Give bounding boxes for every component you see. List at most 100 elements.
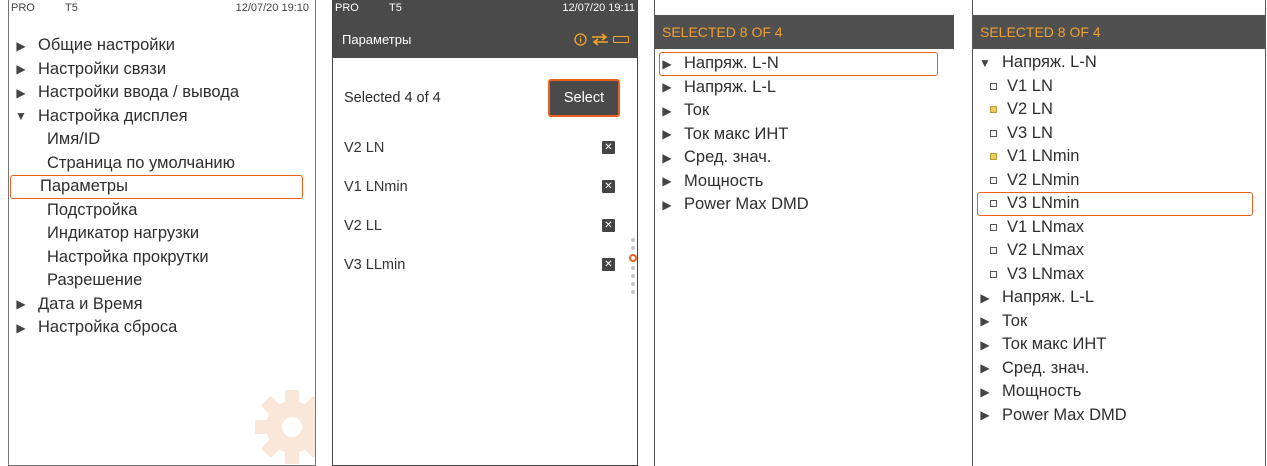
submenu-item-parameters[interactable]: Параметры xyxy=(10,175,303,199)
group-tree: ▶ Напряж. L-N ▶ Напряж. L-L ▶ Ток ▶ Ток макс… xyxy=(655,52,954,217)
select-button[interactable]: Select xyxy=(548,79,620,117)
group-item[interactable]: ▶ Power Max DMD xyxy=(978,404,1265,428)
parameter-list: V2 LN ✕ V1 LNmin ✕ V2 LL ✕ V3 LLmin ✕ xyxy=(333,128,637,284)
checklist-item[interactable]: V1 LNmin xyxy=(978,145,1265,169)
caret-right-icon: ▶ xyxy=(980,314,990,329)
group-item[interactable]: ▶ Ток макс ИНТ xyxy=(660,123,954,147)
group-item-expanded[interactable]: ▼ Напряж. L-N xyxy=(978,51,1265,75)
group-item[interactable]: ▶ Мощность xyxy=(978,380,1265,404)
submenu-item-name-id[interactable]: Имя/ID xyxy=(14,128,315,152)
item-label: V1 LNmin xyxy=(1007,147,1080,166)
checkbox-unchecked-icon[interactable] xyxy=(990,270,997,278)
item-label: V2 LNmin xyxy=(1007,170,1080,189)
checklist-item[interactable]: V3 LNmax xyxy=(978,263,1265,287)
checklist-item[interactable]: V1 LNmax xyxy=(978,216,1265,240)
selection-row: Selected 4 of 4 Select xyxy=(333,76,637,120)
menu-item-label: Настройки связи xyxy=(38,59,167,78)
checklist-item[interactable]: V2 LN xyxy=(978,98,1265,122)
selected-count: Selected 4 of 4 xyxy=(344,90,441,106)
group-item[interactable]: ▶ Мощность xyxy=(660,170,954,194)
checklist-item[interactable]: V3 LN xyxy=(978,122,1265,146)
checkbox-unchecked-icon[interactable] xyxy=(990,176,997,184)
group-item[interactable]: ▶ Напряж. L-L xyxy=(660,76,954,100)
param-label: V1 LNmin xyxy=(344,178,408,195)
param-label: V2 LL xyxy=(344,217,382,234)
group-label: Напряж. L-L xyxy=(684,77,777,96)
group-item[interactable]: ▶ Ток xyxy=(978,310,1265,334)
caret-down-icon: ▼ xyxy=(979,55,991,70)
page-dot xyxy=(631,238,635,242)
page-indicator[interactable] xyxy=(629,238,637,298)
caret-right-icon: ▶ xyxy=(980,337,990,352)
list-item[interactable]: V2 LN ✕ xyxy=(333,128,637,167)
list-item[interactable]: V2 LL ✕ xyxy=(333,206,637,245)
checkbox-unchecked-icon[interactable] xyxy=(990,223,997,231)
swap-icon[interactable] xyxy=(591,32,609,46)
submenu-item-tuning[interactable]: Подстройка xyxy=(14,199,315,223)
group-label: Ток xyxy=(684,101,710,120)
page-dot xyxy=(631,274,635,278)
group-label: Напряж. L-N xyxy=(1002,53,1097,72)
checklist-item[interactable]: V1 LN xyxy=(978,75,1265,99)
checkbox-unchecked-icon[interactable] xyxy=(990,129,997,137)
menu-item-general[interactable]: ▶ Общие настройки xyxy=(14,34,315,58)
settings-menu-panel: PRO T5 12/07/20 19:10 ▶ Общие настройки ▶… xyxy=(8,0,316,466)
group-item[interactable]: ▶ Ток макс ИНТ xyxy=(978,333,1265,357)
item-label: V2 LNmax xyxy=(1007,241,1085,260)
group-label: Ток xyxy=(1002,311,1028,330)
menu-item-io[interactable]: ▶ Настройки ввода / вывода xyxy=(14,81,315,105)
checkbox-unchecked-icon[interactable] xyxy=(990,82,997,90)
info-icon[interactable] xyxy=(574,32,587,46)
status-bar: PRO T5 12/07/20 19:10 xyxy=(9,0,315,20)
selection-expanded-panel: SELECTED 8 OF 4 ▼ Напряж. L-N V1 LN V2 LN… xyxy=(972,0,1266,466)
checklist-item[interactable]: V2 LNmax xyxy=(978,239,1265,263)
menu-item-label: Дата и Время xyxy=(38,294,143,313)
menu-item-reset[interactable]: ▶ Настройка сброса xyxy=(14,316,315,340)
item-label: V1 LN xyxy=(1007,76,1053,95)
list-item[interactable]: V3 LLmin ✕ xyxy=(333,245,637,284)
checkbox-checked-icon[interactable] xyxy=(990,153,997,161)
checkbox-checked-icon[interactable] xyxy=(990,106,997,114)
submenu-item-scroll[interactable]: Настройка прокрутки xyxy=(14,246,315,270)
menu-item-datetime[interactable]: ▶ Дата и Время xyxy=(14,293,315,317)
checklist-item[interactable]: V2 LNmin xyxy=(978,169,1265,193)
checkbox-unchecked-icon[interactable] xyxy=(990,247,997,255)
checkbox-unchecked-icon[interactable] xyxy=(990,200,997,208)
group-item[interactable]: ▶ Напряж. L-L xyxy=(978,286,1265,310)
group-item[interactable]: ▶ Ток xyxy=(660,99,954,123)
list-item[interactable]: V1 LNmin ✕ xyxy=(333,167,637,206)
caret-right-icon: ▶ xyxy=(16,62,26,77)
group-item[interactable]: ▶ Сред. знач. xyxy=(660,146,954,170)
checkbox-checked-icon[interactable]: ✕ xyxy=(602,180,615,193)
checkbox-checked-icon[interactable]: ✕ xyxy=(602,141,615,154)
mode-label: PRO xyxy=(335,2,359,14)
page-dot xyxy=(631,290,635,294)
menu-item-display[interactable]: ▼ Настройка дисплея xyxy=(14,105,315,129)
group-tree: ▼ Напряж. L-N V1 LN V2 LN V3 LN V1 LNmin … xyxy=(973,51,1265,427)
group-item[interactable]: ▶ Напряж. L-N xyxy=(659,52,938,76)
caret-right-icon: ▶ xyxy=(980,408,990,423)
menu-item-label: Настройки ввода / вывода xyxy=(38,83,240,102)
submenu-item-label: Индикатор нагрузки xyxy=(47,224,200,243)
caret-right-icon: ▶ xyxy=(980,384,990,399)
caret-down-icon: ▼ xyxy=(15,109,27,124)
page-dot xyxy=(631,266,635,270)
submenu-item-label: Подстройка xyxy=(47,200,138,219)
group-label: Напряж. L-N xyxy=(684,54,779,73)
submenu-item-load-indicator[interactable]: Индикатор нагрузки xyxy=(14,222,315,246)
menu-item-communication[interactable]: ▶ Настройки связи xyxy=(14,58,315,82)
title-icons xyxy=(574,32,629,46)
checkbox-checked-icon[interactable]: ✕ xyxy=(602,219,615,232)
group-label: Ток макс ИНТ xyxy=(684,124,789,143)
group-item[interactable]: ▶ Сред. знач. xyxy=(978,357,1265,381)
group-item[interactable]: ▶ Power Max DMD xyxy=(660,193,954,217)
checklist-item-highlighted[interactable]: V3 LNmin xyxy=(977,192,1253,216)
caret-right-icon: ▶ xyxy=(662,103,672,118)
group-label: Power Max DMD xyxy=(684,195,809,214)
submenu-item-resolution[interactable]: Разрешение xyxy=(14,269,315,293)
caret-right-icon: ▶ xyxy=(662,56,672,71)
submenu-item-default-page[interactable]: Страница по умолчанию xyxy=(14,152,315,176)
caret-right-icon: ▶ xyxy=(16,85,26,100)
page-dot xyxy=(631,246,635,250)
checkbox-checked-icon[interactable]: ✕ xyxy=(602,258,615,271)
